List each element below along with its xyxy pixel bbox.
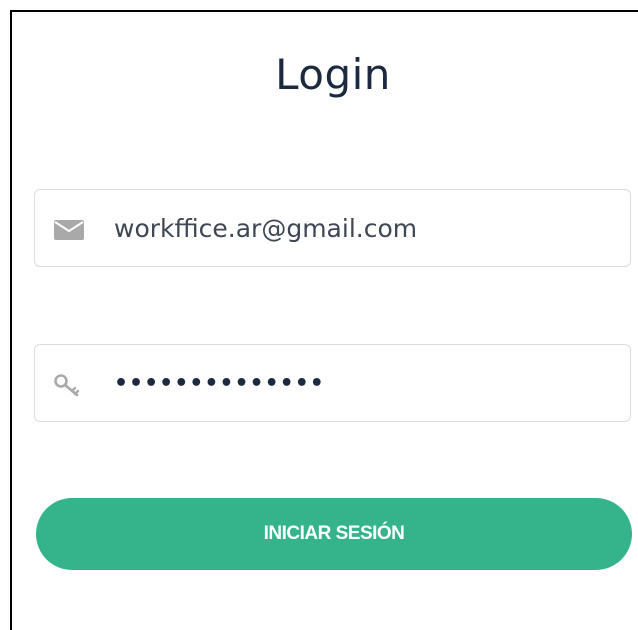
email-value[interactable]: workffice.ar@gmail.com — [114, 190, 417, 268]
login-button[interactable]: INICIAR SESIÓN — [36, 498, 632, 570]
page-title: Login — [275, 50, 391, 99]
key-icon — [51, 371, 89, 399]
email-field[interactable]: workffice.ar@gmail.com — [34, 189, 631, 267]
password-value[interactable]: •••••••••••••• — [114, 345, 325, 423]
password-field[interactable]: •••••••••••••• — [34, 344, 631, 422]
envelope-icon — [51, 216, 89, 244]
login-panel: Login workffice.ar@gmail.com •••••••••••… — [10, 10, 638, 630]
